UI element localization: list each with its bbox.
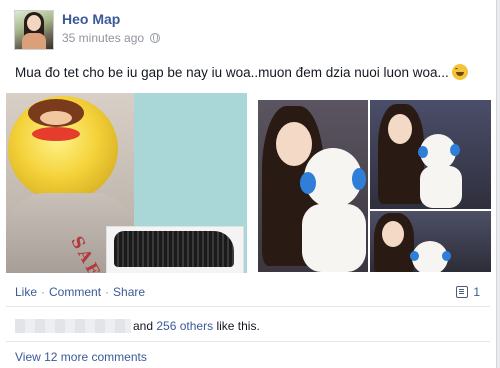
view-more-comments-link[interactable]: View 12 more comments (15, 350, 147, 364)
likes-others-link[interactable]: 256 others (156, 319, 213, 333)
divider (6, 306, 490, 307)
globe-icon[interactable] (150, 33, 161, 43)
share-link[interactable]: Share (113, 285, 145, 299)
comment-count[interactable]: 1 (456, 285, 480, 299)
post-actions: Like · Comment · Share (15, 285, 145, 299)
action-separator: · (41, 285, 46, 299)
author-name[interactable]: Heo Map (62, 11, 120, 27)
photo-girl-with-dog (258, 100, 368, 272)
post-meta: 35 minutes ago (62, 31, 161, 45)
photo-girl-dog-closeup (370, 211, 491, 272)
photo-right[interactable] (258, 100, 491, 272)
laughing-face-icon (451, 64, 468, 80)
comment-link[interactable]: Comment (49, 285, 101, 299)
photo-girl-holding-dog (370, 100, 491, 209)
likes-and-text: and (133, 319, 154, 333)
status-message: Mua đo tet cho be iu gap be nay iu woa..… (15, 64, 449, 80)
likes-suffix: like this. (216, 319, 260, 333)
dog-clothes-image (114, 231, 234, 267)
photo-left[interactable]: SAFETY DOG (6, 93, 247, 273)
like-link[interactable]: Like (15, 285, 37, 299)
author-avatar[interactable] (14, 10, 54, 50)
comment-icon (456, 286, 469, 298)
likes-summary: and 256 others like this. (15, 319, 260, 333)
timestamp[interactable]: 35 minutes ago (62, 31, 144, 45)
blurred-names (15, 319, 131, 333)
status-text: Mua đo tet cho be iu gap be nay iu woa..… (15, 64, 468, 80)
comment-count-value: 1 (473, 285, 480, 299)
post-card: Heo Map 35 minutes ago Mua đo tet cho be… (0, 0, 497, 368)
divider (6, 341, 490, 342)
action-separator: · (105, 285, 110, 299)
